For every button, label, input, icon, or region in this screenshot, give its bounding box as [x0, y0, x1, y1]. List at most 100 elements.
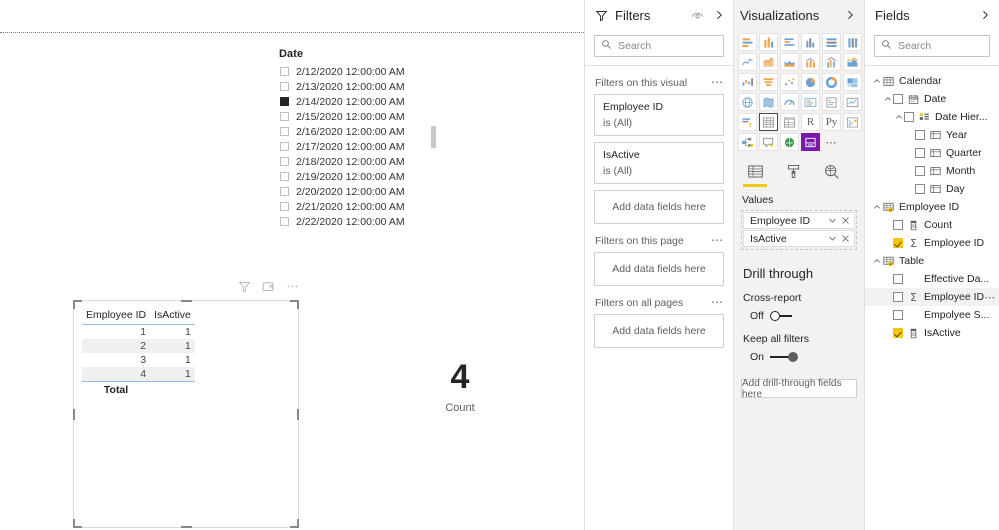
map-icon[interactable] [738, 93, 757, 111]
table-row[interactable]: 31 [82, 353, 195, 367]
slicer-checkbox[interactable] [280, 112, 289, 121]
100-percent-stacked-bar-chart-icon[interactable] [822, 33, 841, 51]
remove-field-icon[interactable] [841, 216, 850, 225]
filter-dropzone[interactable]: Add data fields here [594, 252, 724, 286]
value-well-chip[interactable]: IsActive [743, 230, 855, 247]
slicer-item[interactable]: 2/16/2020 12:00:00 AM [272, 124, 437, 139]
chevron-up-icon[interactable] [882, 95, 893, 103]
chevron-up-icon[interactable] [871, 77, 882, 85]
slicer-checkbox[interactable] [280, 202, 289, 211]
field-checkbox[interactable] [915, 184, 925, 194]
chevron-down-icon[interactable] [828, 216, 837, 225]
table-row[interactable]: 21 [82, 339, 195, 353]
field-checkbox[interactable] [893, 220, 903, 230]
card-icon[interactable] [822, 93, 841, 111]
scatter-chart-icon[interactable] [780, 73, 799, 91]
more-options-icon[interactable]: ⋯ [711, 76, 724, 88]
fields-tree[interactable]: Calendar Date Date Hier... Year Quarter Month… [865, 72, 999, 342]
focus-mode-icon[interactable] [262, 280, 275, 293]
fields-tree-item[interactable]: Table [865, 252, 999, 270]
slicer-item[interactable]: 2/13/2020 12:00:00 AM [272, 79, 437, 94]
gauge-icon[interactable] [780, 93, 799, 111]
line-and-stacked-column-chart-icon[interactable] [801, 53, 820, 71]
table-visual[interactable]: Employee ID IsActive 1 1 2 1 3 1 4 1 Total [73, 300, 299, 528]
resize-handle-bottom[interactable] [181, 526, 192, 528]
fields-tree-item[interactable]: Effective Da... [865, 270, 999, 288]
format-tab[interactable] [782, 160, 804, 182]
filter-dropzone[interactable]: Add data fields here [594, 314, 724, 348]
paginated-report-icon[interactable] [801, 133, 820, 151]
field-checkbox[interactable] [893, 292, 903, 302]
r-script-visual-icon[interactable]: R [801, 113, 820, 131]
donut-chart-icon[interactable] [822, 73, 841, 91]
slicer-item[interactable]: 2/22/2020 12:00:00 AM [272, 214, 437, 229]
fields-tree-item[interactable]: Date [865, 90, 999, 108]
more-options-icon[interactable]: ⋯ [984, 291, 996, 304]
slicer-item[interactable]: 2/18/2020 12:00:00 AM [272, 154, 437, 169]
stacked-bar-chart-icon[interactable] [738, 33, 757, 51]
slicer-checkbox[interactable] [280, 172, 289, 181]
value-well-chip[interactable]: Employee ID [743, 212, 855, 229]
slicer-item-list[interactable]: 2/12/2020 12:00:00 AM 2/13/2020 12:00:00 … [272, 64, 437, 229]
filter-card[interactable]: Employee ID is (All) [594, 94, 724, 136]
decomposition-tree-icon[interactable] [738, 133, 757, 151]
line-chart-icon[interactable] [738, 53, 757, 71]
fields-tree-item[interactable]: Calendar [865, 72, 999, 90]
cross-report-toggle[interactable]: Off [750, 310, 864, 322]
field-checkbox[interactable] [915, 166, 925, 176]
100-percent-stacked-column-chart-icon[interactable] [843, 33, 862, 51]
collapse-icon[interactable] [979, 9, 991, 21]
ribbon-chart-icon[interactable] [843, 53, 862, 71]
matrix-icon[interactable] [780, 113, 799, 131]
resize-handle-tl-h[interactable] [73, 300, 82, 302]
fields-tree-item[interactable]: Month [865, 162, 999, 180]
field-checkbox[interactable] [893, 310, 903, 320]
clustered-column-chart-icon[interactable] [801, 33, 820, 51]
fields-tree-item[interactable]: Σ Employee ID [865, 234, 999, 252]
slicer-item[interactable]: 2/17/2020 12:00:00 AM [272, 139, 437, 154]
fields-tree-item[interactable]: IsActive [865, 324, 999, 342]
field-checkbox[interactable] [893, 238, 903, 248]
slicer-item[interactable]: 2/14/2020 12:00:00 AM [272, 94, 437, 109]
resize-handle-left[interactable] [73, 409, 75, 420]
toggle-on-icon[interactable] [770, 352, 799, 362]
fields-tree-item[interactable]: Quarter [865, 144, 999, 162]
resize-handle-bl-h[interactable] [73, 526, 82, 528]
area-chart-icon[interactable] [759, 53, 778, 71]
slicer-checkbox[interactable] [280, 97, 289, 106]
slicer-item[interactable]: 2/21/2020 12:00:00 AM [272, 199, 437, 214]
field-checkbox[interactable] [904, 112, 914, 122]
analytics-tab[interactable] [820, 160, 842, 182]
field-checkbox[interactable] [915, 148, 925, 158]
fields-search-input[interactable]: Search [874, 35, 990, 57]
more-visuals-icon[interactable]: ⋯ [822, 133, 841, 151]
chevron-up-icon[interactable] [871, 203, 882, 211]
filter-icon[interactable] [238, 280, 251, 293]
table-column-header[interactable]: IsActive [150, 309, 195, 325]
python-visual-icon[interactable]: Py [822, 113, 841, 131]
toggle-off-icon[interactable] [769, 311, 794, 321]
filter-card[interactable]: IsActive is (All) [594, 142, 724, 184]
arcgis-map-icon[interactable] [780, 133, 799, 151]
remove-field-icon[interactable] [841, 234, 850, 243]
date-slicer-visual[interactable]: Date 2/12/2020 12:00:00 AM 2/13/2020 12:0… [272, 48, 437, 233]
field-checkbox[interactable] [893, 328, 903, 338]
keep-all-filters-toggle[interactable]: On [750, 351, 864, 363]
slicer-item[interactable]: 2/12/2020 12:00:00 AM [272, 64, 437, 79]
fields-tree-item[interactable]: Year [865, 126, 999, 144]
report-canvas[interactable]: Date 2/12/2020 12:00:00 AM 2/13/2020 12:0… [0, 0, 584, 530]
stacked-column-chart-icon[interactable] [759, 33, 778, 51]
fields-tree-item[interactable]: Employee ID [865, 198, 999, 216]
slicer-icon[interactable] [738, 113, 757, 131]
table-row[interactable]: 41 [82, 367, 195, 382]
multi-row-card-icon[interactable] [801, 93, 820, 111]
more-options-icon[interactable] [286, 280, 299, 293]
slicer-checkbox[interactable] [280, 187, 289, 196]
filters-search-input[interactable]: Search [594, 35, 724, 57]
kpi-icon[interactable] [843, 93, 862, 111]
slicer-item[interactable]: 2/15/2020 12:00:00 AM [272, 109, 437, 124]
funnel-chart-icon[interactable] [759, 73, 778, 91]
collapse-icon[interactable] [713, 9, 725, 21]
more-options-icon[interactable]: ⋯ [711, 296, 724, 308]
filter-dropzone[interactable]: Add data fields here [594, 190, 724, 224]
